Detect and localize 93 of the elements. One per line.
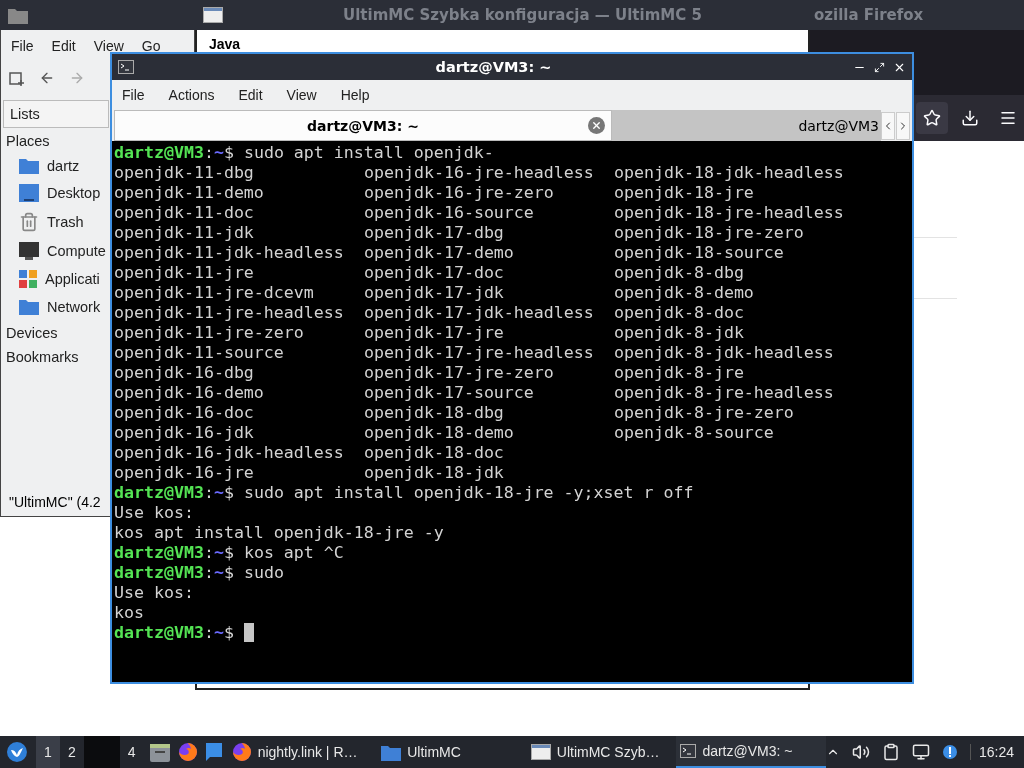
package-name: openjdk-17-dbg <box>364 223 504 242</box>
sidebar-label: Desktop <box>47 185 101 201</box>
menu-item[interactable]: Edit <box>51 38 76 54</box>
package-name: openjdk-16-jre-zero <box>364 183 554 202</box>
sidebar-label: Trash <box>47 214 84 230</box>
output-line: Use kos: <box>114 583 194 603</box>
clock: 16:24 <box>969 744 1014 760</box>
sidebar-item[interactable]: Network <box>1 293 109 320</box>
package-name: openjdk-16-demo <box>114 383 264 402</box>
sidebar-item[interactable]: dartz <box>1 152 109 179</box>
package-name: openjdk-16-jre-headless <box>364 163 594 182</box>
terminal-tab[interactable]: dartz@VM3: ~ <box>114 110 612 141</box>
output-line: kos <box>114 603 144 623</box>
package-name: openjdk-8-jre-zero <box>614 403 794 422</box>
menu-item[interactable]: File <box>11 38 34 54</box>
package-name: openjdk-17-jre-zero <box>364 363 554 382</box>
task-button[interactable]: UltimMC <box>377 736 527 768</box>
package-name: openjdk-8-jdk <box>614 323 744 342</box>
task-button[interactable]: UltimMC Szyb… <box>526 736 677 768</box>
prompt-line: dartz@VM3:~$ sudo apt install openjdk- <box>114 143 494 163</box>
prompt-line: dartz@VM3:~$ sudo apt install openjdk-18-jre -y;xset r off <box>114 483 694 503</box>
package-name: openjdk-18-dbg <box>364 403 504 422</box>
package-name: openjdk-8-jre <box>614 363 744 382</box>
section-heading: Java <box>209 36 242 52</box>
lists-tab[interactable]: Lists <box>3 100 109 128</box>
package-name: openjdk-18-jre-zero <box>614 223 804 242</box>
task-button[interactable]: nightly.link | R… <box>227 736 378 768</box>
sidebar-item[interactable]: Compute <box>1 237 109 265</box>
package-name: openjdk-8-dbg <box>614 263 744 282</box>
package-name: openjdk-11-jre-headless <box>114 303 344 322</box>
package-name: openjdk-16-jre <box>114 463 254 482</box>
window-title: ozilla Firefox <box>814 6 924 24</box>
menu-item[interactable]: Actions <box>168 87 215 103</box>
package-name: openjdk-8-doc <box>614 303 744 322</box>
task-button[interactable]: dartz@VM3: ~ <box>676 736 826 768</box>
package-name: openjdk-18-jdk <box>364 463 504 482</box>
package-name: openjdk-18-jre-headless <box>614 203 844 222</box>
package-name: openjdk-18-doc <box>364 443 504 462</box>
section-label: Devices <box>5 324 59 343</box>
sidebar-item[interactable]: Applicati <box>1 265 109 293</box>
status-text: "UltimMC" (4.2 <box>9 494 101 510</box>
package-name: openjdk-11-source <box>114 343 284 362</box>
package-name: openjdk-17-jdk <box>364 283 504 302</box>
section-label: Bookmarks <box>5 348 80 367</box>
sidebar-label: Applicati <box>45 271 100 287</box>
package-name: openjdk-18-source <box>614 243 784 262</box>
sidebar-label: dartz <box>47 157 80 174</box>
menu-item[interactable]: Help <box>340 87 370 103</box>
prompt-line: dartz@VM3:~$ sudo <box>114 563 284 583</box>
package-name: openjdk-8-jre-headless <box>614 383 834 402</box>
package-name: openjdk-11-demo <box>114 183 264 202</box>
window-title: UltimMC Szybka konfiguracja — UltimMC 5 <box>343 6 702 24</box>
terminal-tab[interactable]: dartz@VM3 <box>612 110 881 141</box>
package-name: openjdk-18-jre <box>614 183 754 202</box>
menu-item[interactable]: View <box>93 38 124 54</box>
package-name: openjdk-16-doc <box>114 403 254 422</box>
output-line: Use kos: <box>114 503 194 523</box>
prompt-line: dartz@VM3:~$ <box>114 623 234 643</box>
package-name: openjdk-11-jdk <box>114 223 254 242</box>
package-name: openjdk-16-jdk <box>114 423 254 442</box>
sidebar-label: Network <box>47 298 101 315</box>
menu-item[interactable]: Edit <box>238 87 263 103</box>
package-name: openjdk-11-jre-dcevm <box>114 283 314 302</box>
section-label: Places <box>5 132 51 151</box>
menu-item[interactable]: File <box>122 87 145 103</box>
package-name: openjdk-16-dbg <box>114 363 254 382</box>
package-name: openjdk-17-jre-headless <box>364 343 594 362</box>
sidebar-item[interactable]: Trash <box>1 207 109 237</box>
package-name: openjdk-8-source <box>614 423 774 442</box>
package-name: openjdk-17-demo <box>364 243 514 262</box>
package-name: openjdk-18-jdk-headless <box>614 163 844 182</box>
sidebar-item[interactable]: Desktop <box>1 179 109 207</box>
package-name: openjdk-8-demo <box>614 283 754 302</box>
prompt-line: dartz@VM3:~$ kos apt ^C <box>114 543 344 563</box>
package-name: openjdk-11-jre <box>114 263 254 282</box>
menu-item[interactable]: View <box>286 87 317 103</box>
package-name: openjdk-18-demo <box>364 423 514 442</box>
package-name: openjdk-8-jdk-headless <box>614 343 834 362</box>
sidebar-label: Compute <box>47 243 106 259</box>
package-name: openjdk-17-source <box>364 383 534 402</box>
package-name: openjdk-11-jdk-headless <box>114 243 344 262</box>
package-name: openjdk-17-jre <box>364 323 504 342</box>
output-line: kos apt install openjdk-18-jre -y <box>114 523 444 543</box>
package-name: openjdk-11-doc <box>114 203 254 222</box>
package-name: openjdk-11-dbg <box>114 163 254 182</box>
package-name: openjdk-11-jre-zero <box>114 323 304 342</box>
package-name: openjdk-16-source <box>364 203 534 222</box>
menu-item[interactable]: Go <box>141 38 161 54</box>
window-title: dartz@VM3: ~ <box>434 59 553 75</box>
package-name: openjdk-16-jdk-headless <box>114 443 344 462</box>
package-name: openjdk-17-doc <box>364 263 504 282</box>
workspace-button[interactable]: 1 <box>35 736 60 768</box>
package-name: openjdk-17-jdk-headless <box>364 303 594 322</box>
